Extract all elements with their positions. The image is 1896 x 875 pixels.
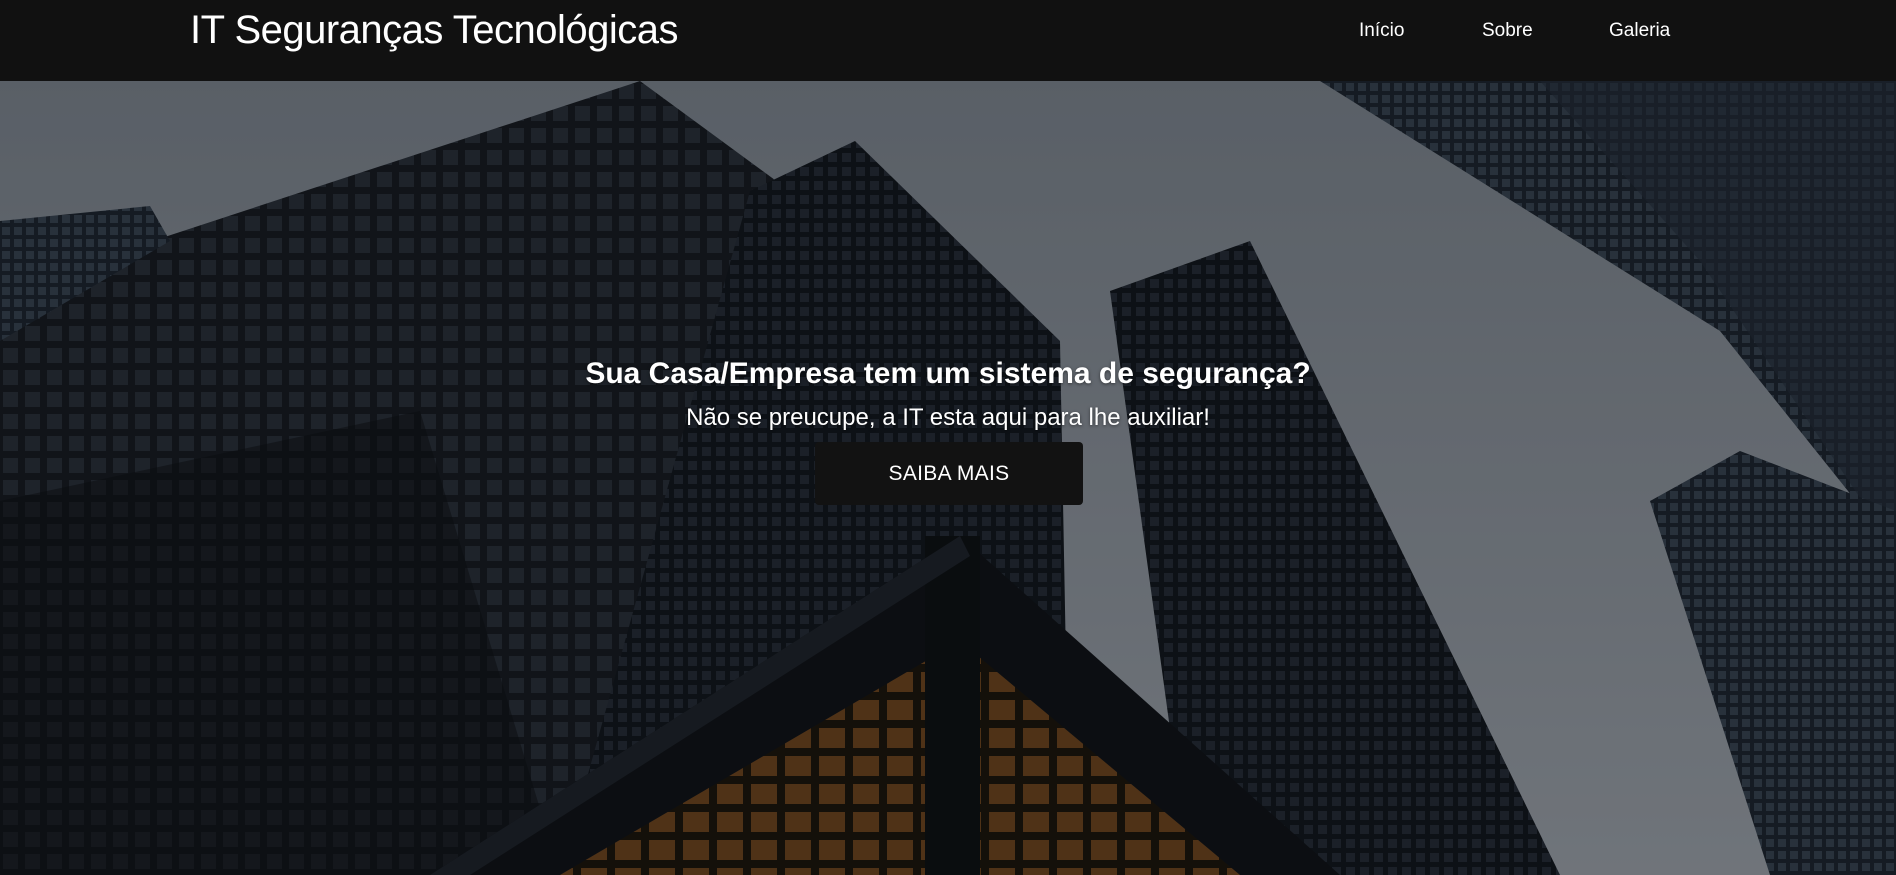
hero-subheadline: Não se preucupe, a IT esta aqui para lhe… (686, 404, 1210, 431)
nav-link-galeria[interactable]: Galeria (1609, 20, 1670, 42)
hero-headline: Sua Casa/Empresa tem um sistema de segur… (585, 357, 1311, 390)
nav-link-inicio[interactable]: Início (1359, 20, 1404, 42)
hero-content: Sua Casa/Empresa tem um sistema de segur… (0, 81, 1896, 875)
hero-section: Sua Casa/Empresa tem um sistema de segur… (0, 81, 1896, 875)
top-navbar: IT Seguranças Tecnológicas Início Sobre … (0, 0, 1896, 81)
nav-link-sobre[interactable]: Sobre (1482, 20, 1533, 42)
main-nav: Início Sobre Galeria (0, 20, 1896, 44)
saiba-mais-button[interactable]: SAIBA MAIS (815, 442, 1083, 505)
